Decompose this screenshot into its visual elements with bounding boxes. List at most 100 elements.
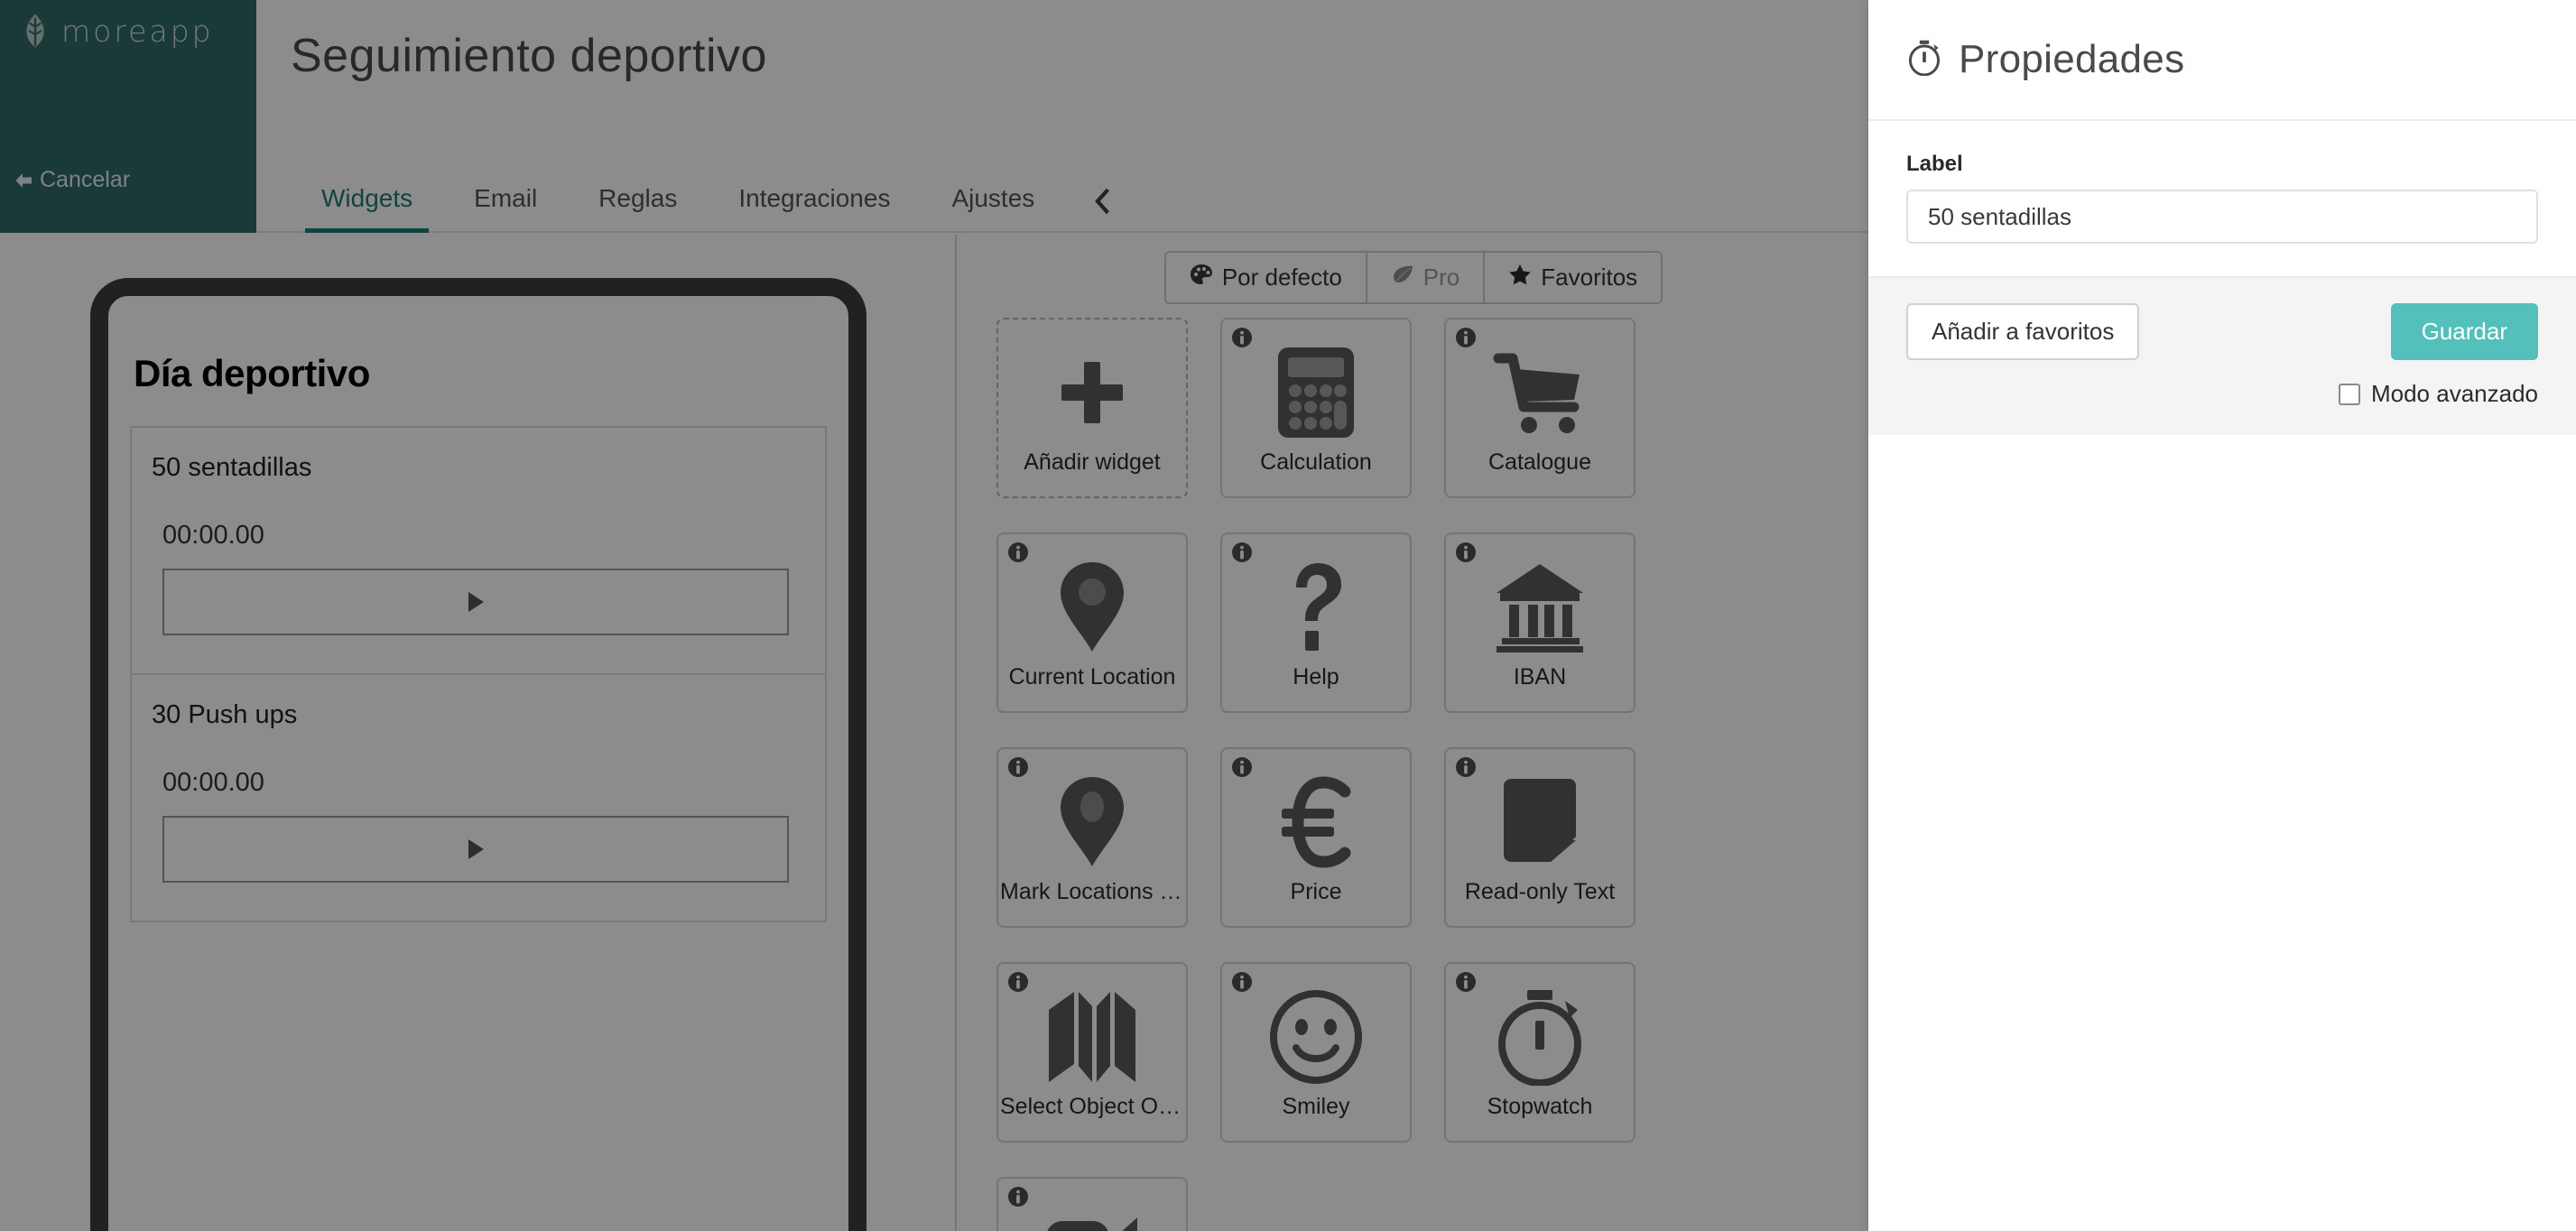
tab-bar: Widgets Email Reglas Integraciones Ajust… — [291, 152, 1139, 233]
tab-reglas-label: Reglas — [598, 184, 678, 212]
widget-card-stopwatch[interactable]: Stopwatch — [1444, 962, 1635, 1143]
info-icon[interactable] — [1455, 971, 1477, 993]
info-icon[interactable] — [1231, 327, 1253, 348]
advanced-mode-row: Modo avanzado — [1906, 380, 2538, 408]
play-icon — [468, 592, 484, 612]
tab-reglas[interactable]: Reglas — [568, 186, 708, 233]
info-icon[interactable] — [1007, 1186, 1029, 1208]
widget-card-current-location[interactable]: Current Location — [996, 532, 1188, 713]
add-to-favorites-button[interactable]: Añadir a favoritos — [1906, 303, 2140, 360]
widget-card-mark-locations[interactable]: Mark Locations o... — [996, 747, 1188, 928]
preview-widget-2-time: 00:00.00 — [162, 768, 264, 797]
brand-name: moreapp — [61, 13, 214, 49]
widget-filter-row: Por defecto Pro Favoritos — [959, 251, 1868, 304]
preview-widget-2[interactable]: 30 Push ups 00:00.00 — [130, 675, 827, 922]
filter-favoritos-label: Favoritos — [1541, 264, 1638, 291]
stopwatch-icon — [1906, 40, 1959, 80]
tab-widgets[interactable]: Widgets — [291, 186, 443, 233]
widget-filter-group: Por defecto Pro Favoritos — [1163, 251, 1663, 304]
info-icon[interactable] — [1007, 756, 1029, 778]
info-icon[interactable] — [1455, 756, 1477, 778]
widget-card-calculation-label: Calculation — [1260, 449, 1372, 475]
brand-logo[interactable]: moreapp — [20, 13, 214, 49]
tab-email-label: Email — [474, 184, 538, 212]
info-icon[interactable] — [1231, 971, 1253, 993]
stopwatch-icon — [1495, 987, 1585, 1087]
info-icon[interactable] — [1007, 541, 1029, 563]
map-pin-icon — [1058, 558, 1126, 657]
preview-widget-1[interactable]: 50 sentadillas 00:00.00 — [130, 426, 827, 675]
properties-form: Label — [1868, 121, 2576, 276]
smiley-icon — [1269, 987, 1363, 1087]
widget-card-grid: Añadir widget Calculation Catalogue Curr… — [996, 318, 1845, 1231]
widget-card-add[interactable]: Añadir widget — [996, 318, 1188, 498]
widget-card-current-location-label: Current Location — [1008, 664, 1176, 690]
palette-icon — [1190, 264, 1213, 292]
tab-ajustes-label: Ajustes — [951, 184, 1035, 212]
widget-card-smiley-label: Smiley — [1282, 1094, 1350, 1119]
bank-icon — [1493, 558, 1587, 657]
question-mark-icon — [1285, 558, 1347, 657]
label-input[interactable] — [1906, 190, 2538, 244]
preview-widget-1-time: 00:00.00 — [162, 521, 264, 550]
preview-widget-1-play-button[interactable] — [162, 569, 789, 635]
preview-widget-1-label: 50 sentadillas — [152, 453, 312, 482]
cancel-label: Cancelar — [40, 167, 131, 192]
form-preview-panel: Día deportivo 50 sentadillas 00:00.00 30… — [0, 235, 957, 1231]
star-icon — [1508, 264, 1532, 292]
header-bar: Seguimiento deportivo Widgets Email Regl… — [256, 0, 1868, 233]
properties-footer-buttons: Añadir a favoritos Guardar — [1906, 303, 2538, 360]
advanced-mode-label: Modo avanzado — [2370, 380, 2538, 407]
widget-card-price[interactable]: Price — [1220, 747, 1412, 928]
phone-frame: Día deportivo 50 sentadillas 00:00.00 30… — [90, 278, 866, 1231]
euro-icon — [1278, 773, 1354, 872]
filter-por-defecto-label: Por defecto — [1221, 264, 1342, 291]
properties-panel: Propiedades Label Añadir a favoritos Gua… — [1868, 0, 2576, 1231]
widget-card-catalogue[interactable]: Catalogue — [1444, 318, 1635, 498]
save-button[interactable]: Guardar — [2390, 303, 2538, 360]
widget-card-calculation[interactable]: Calculation — [1220, 318, 1412, 498]
chevron-left-icon — [1092, 188, 1112, 215]
video-camera-icon — [1044, 1202, 1140, 1231]
document-icon — [1498, 773, 1581, 872]
collapse-tabs-button[interactable] — [1065, 188, 1139, 233]
filter-pro-button[interactable]: Pro — [1365, 253, 1484, 302]
tab-widgets-label: Widgets — [321, 184, 413, 212]
widget-card-select-object-label: Select Object On ... — [1000, 1094, 1184, 1119]
widget-card-help[interactable]: Help — [1220, 532, 1412, 713]
tab-email[interactable]: Email — [443, 186, 568, 233]
widget-card-iban[interactable]: IBAN — [1444, 532, 1635, 713]
filter-pro-label: Pro — [1422, 264, 1460, 291]
widget-card-smiley[interactable]: Smiley — [1220, 962, 1412, 1143]
plus-icon — [1054, 343, 1130, 442]
info-icon[interactable] — [1455, 541, 1477, 563]
widget-card-read-only-text[interactable]: Read-only Text — [1444, 747, 1635, 928]
widget-card-stopwatch-label: Stopwatch — [1487, 1094, 1593, 1119]
widget-card-mark-locations-label: Mark Locations o... — [1000, 879, 1184, 904]
tab-ajustes[interactable]: Ajustes — [921, 186, 1065, 233]
page-title: Seguimiento deportivo — [291, 30, 767, 82]
filter-por-defecto-button[interactable]: Por defecto — [1165, 253, 1366, 302]
tab-integraciones[interactable]: Integraciones — [708, 186, 921, 233]
filter-favoritos-button[interactable]: Favoritos — [1483, 253, 1662, 302]
widget-card-help-label: Help — [1293, 664, 1339, 690]
widget-card-price-label: Price — [1290, 879, 1342, 904]
tab-integraciones-label: Integraciones — [738, 184, 891, 212]
phone-screen: Día deportivo 50 sentadillas 00:00.00 30… — [130, 334, 827, 1231]
info-icon[interactable] — [1231, 541, 1253, 563]
advanced-mode-checkbox[interactable] — [2338, 383, 2360, 405]
widget-card-video[interactable]: Video — [996, 1177, 1188, 1231]
properties-header: Propiedades — [1868, 0, 2576, 121]
preview-form-title: Día deportivo — [134, 352, 370, 394]
properties-title: Propiedades — [1959, 37, 2185, 81]
leaf-icon — [1391, 264, 1414, 292]
info-icon[interactable] — [1231, 756, 1253, 778]
preview-widget-2-play-button[interactable] — [162, 816, 789, 883]
widget-catalog-panel: Por defecto Pro Favoritos Añadir widget … — [959, 235, 1868, 1231]
info-icon[interactable] — [1455, 327, 1477, 348]
widget-card-select-object[interactable]: Select Object On ... — [996, 962, 1188, 1143]
brand-sidebar: moreapp Cancelar — [0, 0, 256, 233]
map-pin-icon — [1058, 773, 1126, 872]
info-icon[interactable] — [1007, 971, 1029, 993]
cancel-button[interactable]: Cancelar — [13, 167, 130, 193]
